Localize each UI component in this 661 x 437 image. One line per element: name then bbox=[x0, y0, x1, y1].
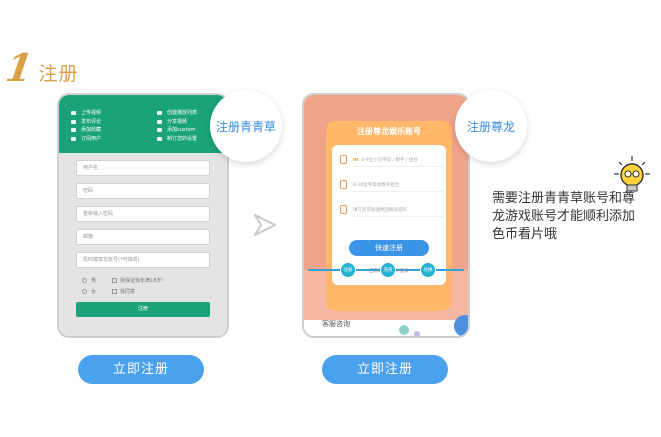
step-heading: 1 注册 bbox=[2, 45, 79, 90]
rss-icon bbox=[71, 137, 76, 142]
user-icon bbox=[340, 155, 347, 164]
lock-icon bbox=[340, 180, 347, 189]
phone1-header: 上传视频 发布评论 添加收藏 订阅用户 创建播放列表 分享视频 添加custom… bbox=[59, 95, 227, 153]
bookmark-icon bbox=[157, 128, 162, 133]
phone-mockup-qingqingcao: 上传视频 发布评论 添加收藏 订阅用户 创建播放列表 分享视频 添加custom… bbox=[57, 93, 229, 338]
decor-dot bbox=[454, 315, 468, 336]
account-input[interactable]: 凯时或尊龙账号(*可填项) bbox=[76, 252, 210, 268]
list-icon bbox=[157, 111, 162, 116]
step-title: 注册 bbox=[38, 62, 79, 85]
checkbox-age[interactable] bbox=[112, 278, 118, 283]
radio-male-label: 男 bbox=[91, 278, 97, 284]
menu-item-playlist[interactable]: 创建播放列表 bbox=[157, 109, 197, 118]
menu-item-upload[interactable]: 上传视频 bbox=[71, 109, 101, 118]
radio-male[interactable] bbox=[82, 278, 87, 283]
checkbox-agree[interactable] bbox=[112, 289, 118, 294]
user-icon bbox=[71, 111, 76, 116]
checkbox-age-label: 我保证我年满18岁! bbox=[120, 278, 164, 284]
step-exchange[interactable]: 兑换 bbox=[420, 262, 436, 278]
phone2-steps: 注册 充值 兑换 bbox=[304, 262, 468, 278]
phone-field[interactable]: 填写后可快速找回账号密码 bbox=[340, 205, 443, 217]
confirm-password-input[interactable]: 重新输入密码 bbox=[76, 206, 210, 222]
user-icon bbox=[71, 128, 76, 133]
checkbox-agree-label: 我同意 bbox=[120, 289, 136, 295]
gender-row-male: 男 我保证我年满18岁! bbox=[76, 275, 210, 286]
phone1-menu-left: 上传视频 发布评论 添加收藏 订阅用户 bbox=[71, 109, 101, 143]
menu-item-settings[interactable]: 制订您的设置 bbox=[157, 135, 197, 144]
menu-item-favorite[interactable]: 添加收藏 bbox=[71, 126, 101, 135]
phone1-register-form: 用户名 密码 重新输入密码 邮箱 凯时或尊龙账号(*可填项) 男 我保证我年满1… bbox=[59, 153, 227, 317]
arrow-right-icon bbox=[254, 214, 276, 236]
quick-register-button[interactable]: 快速注册 bbox=[349, 240, 429, 256]
radio-female-label: 女 bbox=[91, 289, 97, 295]
step-register[interactable]: 注册 bbox=[340, 262, 356, 278]
instruction-note: 需要注册青青草账号和尊龙游戏账号才能顺利添加色币看片哦 bbox=[492, 191, 636, 242]
register-now-button-1[interactable]: 立即注册 bbox=[78, 355, 204, 384]
callout-qingqingcao: 注册青青草 bbox=[210, 90, 282, 162]
phone-icon bbox=[340, 205, 347, 214]
decor-dot bbox=[414, 331, 420, 336]
menu-item-share[interactable]: 分享视频 bbox=[157, 118, 197, 127]
email-input[interactable]: 邮箱 bbox=[76, 229, 210, 245]
gender-row-female: 女 我同意 bbox=[76, 286, 210, 297]
phone1-submit-button[interactable]: 注册 bbox=[76, 302, 210, 317]
password-field[interactable]: 8-10位字母和数字组合 bbox=[340, 180, 443, 192]
menu-item-comment[interactable]: 发布评论 bbox=[71, 118, 101, 127]
radio-female[interactable] bbox=[82, 289, 87, 294]
callout-zunlong: 注册尊龙 bbox=[455, 90, 527, 162]
decor-dot bbox=[399, 325, 409, 335]
password-input[interactable]: 密码 bbox=[76, 183, 210, 199]
step-recharge[interactable]: 充值 bbox=[380, 262, 396, 278]
register-now-button-2[interactable]: 立即注册 bbox=[322, 355, 448, 384]
menu-item-add[interactable]: 添加custom bbox=[157, 126, 197, 135]
share-icon bbox=[157, 119, 162, 124]
phone1-menu-right: 创建播放列表 分享视频 添加custom 制订您的设置 bbox=[157, 109, 197, 143]
phone2-title: 注册尊龙娱乐账号 bbox=[357, 127, 421, 136]
phone2-register-card: 注册尊龙娱乐账号 m 4-9位小写字母 / 数字 / 组合 8-10位字母和数字… bbox=[326, 121, 452, 311]
step-number: 1 bbox=[2, 45, 36, 90]
wrench-icon bbox=[157, 137, 162, 142]
username-input[interactable]: 用户名 bbox=[76, 160, 210, 176]
phone-mockup-zunlong: 注册尊龙娱乐账号 m 4-9位小写字母 / 数字 / 组合 8-10位字母和数字… bbox=[302, 93, 470, 338]
menu-item-subscribe[interactable]: 订阅用户 bbox=[71, 135, 101, 144]
account-field[interactable]: m 4-9位小写字母 / 数字 / 组合 bbox=[340, 155, 443, 167]
user-icon bbox=[71, 119, 76, 124]
customer-support-link[interactable]: 客服咨询 bbox=[322, 319, 350, 329]
